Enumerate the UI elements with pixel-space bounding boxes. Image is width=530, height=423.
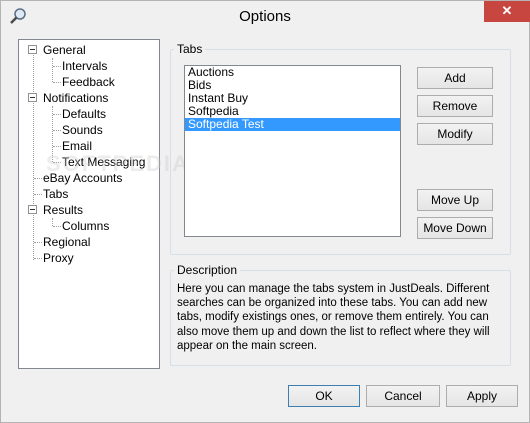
- collapse-notifications-icon[interactable]: [28, 93, 37, 102]
- remove-button[interactable]: Remove: [417, 95, 493, 117]
- tree-item-notifications[interactable]: Notifications: [43, 90, 108, 106]
- list-item-selected[interactable]: Softpedia Test: [185, 118, 400, 131]
- apply-button[interactable]: Apply: [446, 385, 518, 407]
- tree-item-regional[interactable]: Regional: [43, 234, 90, 250]
- move-down-button[interactable]: Move Down: [417, 217, 493, 239]
- collapse-results-icon[interactable]: [28, 205, 37, 214]
- close-icon: ✕: [501, 3, 513, 18]
- tree-item-columns[interactable]: Columns: [62, 218, 109, 234]
- move-up-button[interactable]: Move Up: [417, 189, 493, 211]
- tabs-listbox[interactable]: Auctions Bids Instant Buy Softpedia Soft…: [184, 65, 401, 237]
- tree-item-results[interactable]: Results: [43, 202, 83, 218]
- window-title: Options: [239, 8, 291, 25]
- tree-item-sounds[interactable]: Sounds: [62, 122, 103, 138]
- tree-item-general[interactable]: General: [43, 42, 86, 58]
- options-tree[interactable]: General Intervals Feedback Notifications…: [18, 39, 160, 369]
- description-group-title: Description: [174, 263, 241, 277]
- tree-item-intervals[interactable]: Intervals: [62, 58, 107, 74]
- cancel-button[interactable]: Cancel: [366, 385, 440, 407]
- tree-item-proxy[interactable]: Proxy: [43, 250, 74, 266]
- options-window: Options ✕ General Intervals Feedback Not…: [0, 0, 530, 423]
- description-text: Here you can manage the tabs system in J…: [177, 283, 490, 352]
- collapse-general-icon[interactable]: [28, 45, 37, 54]
- modify-button[interactable]: Modify: [417, 123, 493, 145]
- tree-item-feedback[interactable]: Feedback: [62, 74, 115, 90]
- tabs-group-title: Tabs: [174, 42, 206, 56]
- add-button[interactable]: Add: [417, 67, 493, 89]
- title-bar[interactable]: Options ✕: [1, 1, 530, 32]
- tree-item-tabs[interactable]: Tabs: [43, 186, 68, 202]
- ok-button[interactable]: OK: [288, 385, 360, 407]
- close-button[interactable]: ✕: [484, 1, 530, 22]
- tree-item-defaults[interactable]: Defaults: [62, 106, 106, 122]
- list-item[interactable]: Auctions: [185, 66, 400, 79]
- watermark: SOFTPEDIA: [46, 151, 190, 176]
